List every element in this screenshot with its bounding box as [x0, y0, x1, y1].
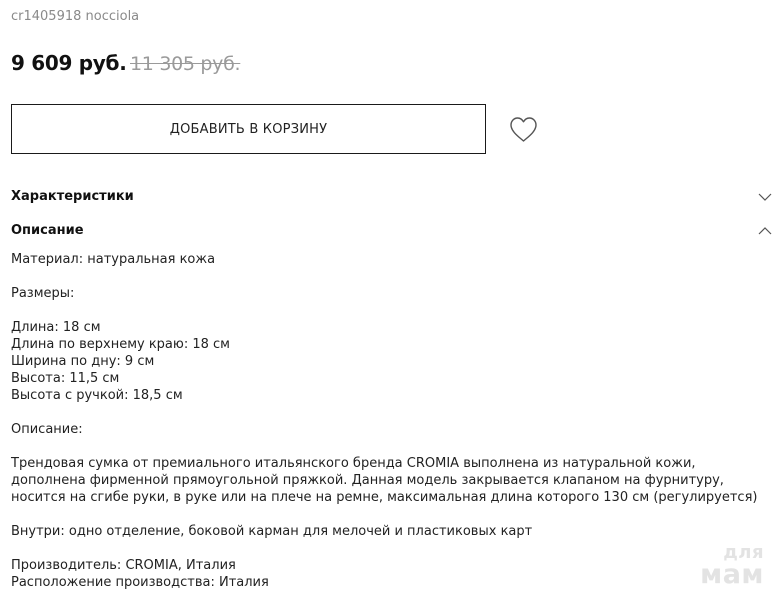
product-price: 9 609 руб. [11, 51, 127, 75]
manufacturer-line: Производитель: CROMIA, Италия [11, 558, 236, 573]
watermark-line-2: мам [700, 559, 764, 590]
section-characteristics-title: Характеристики [11, 189, 134, 204]
length-line: Длина: 18 см [11, 320, 101, 335]
section-characteristics-header[interactable]: Характеристики [11, 187, 774, 209]
description-paragraph-line-2: дополнена фирменной прямоугольной пряжко… [11, 473, 724, 488]
heart-icon [510, 117, 537, 142]
section-description-title: Описание [11, 223, 84, 238]
description-paragraph-line-1: Трендовая сумка от премиального итальянс… [11, 456, 696, 471]
height-line: Высота: 11,5 см [11, 371, 120, 386]
material-line: Материал: натуральная кожа [11, 252, 216, 267]
chevron-down-icon [758, 193, 772, 201]
watermark-logo: для мам [686, 544, 764, 590]
handle-height-line: Высота с ручкой: 18,5 см [11, 388, 183, 403]
description-body: Материал: натуральная кожа Размеры: Длин… [11, 251, 771, 591]
product-old-price: 11 305 руб. [130, 53, 241, 75]
sizes-label: Размеры: [11, 286, 75, 301]
top-length-line: Длина по верхнему краю: 18 см [11, 337, 230, 352]
add-to-cart-button[interactable]: ДОБАВИТЬ В КОРЗИНУ [11, 104, 486, 154]
bottom-width-line: Ширина по дну: 9 см [11, 354, 155, 369]
description-label: Описание: [11, 422, 83, 437]
favorite-button[interactable] [509, 116, 538, 143]
section-description-header[interactable]: Описание [11, 221, 774, 243]
chevron-up-icon [758, 227, 772, 235]
production-line: Расположение производства: Италия [11, 575, 269, 590]
description-paragraph-line-3: носится на сгибе руки, в руке или на пле… [11, 490, 758, 505]
product-sku: cr1405918 nocciola [11, 9, 140, 24]
inside-line: Внутри: одно отделение, боковой карман д… [11, 524, 533, 539]
